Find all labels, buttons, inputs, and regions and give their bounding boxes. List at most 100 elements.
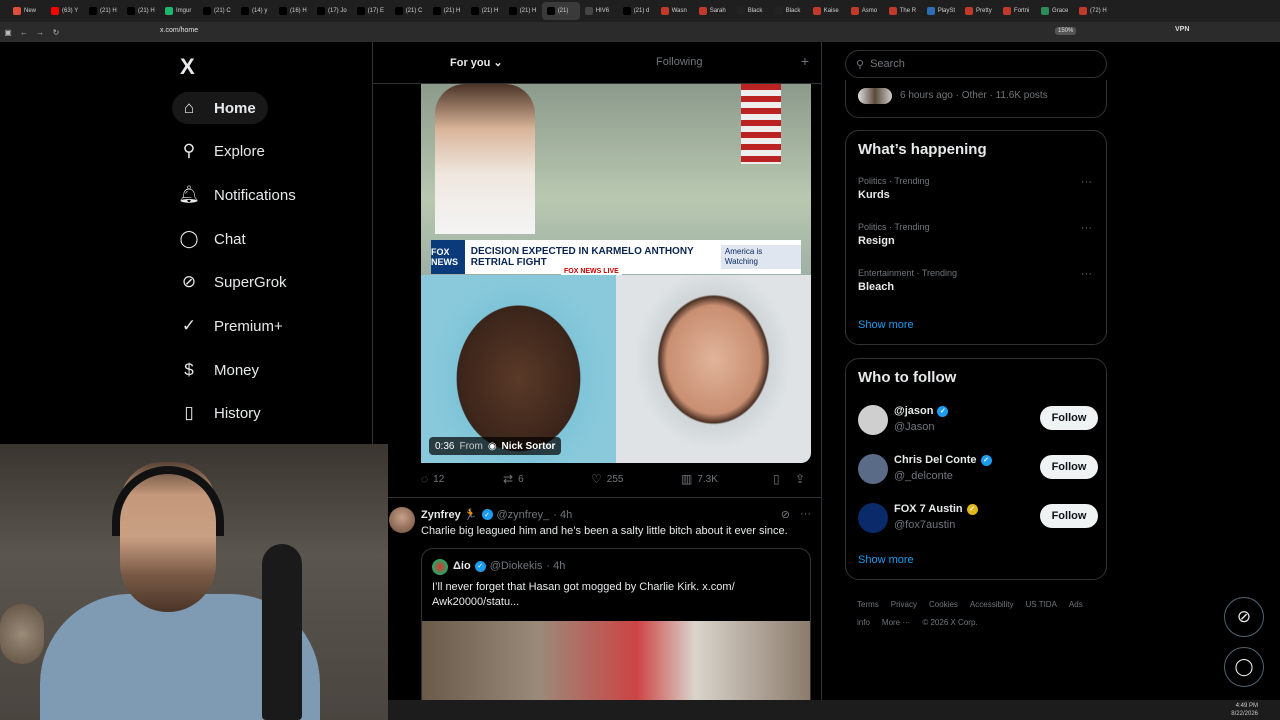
- browser-tab[interactable]: (63) Y: [46, 2, 84, 20]
- forward-icon[interactable]: →: [32, 28, 48, 37]
- mugshot-image[interactable]: [421, 275, 616, 463]
- account-name[interactable]: FOX 7 Austin: [894, 503, 963, 515]
- sidebar-item-history[interactable]: ▯ History: [178, 397, 260, 429]
- sidebar-item-explore[interactable]: ⚲ Explore: [178, 135, 265, 167]
- suggested-account[interactable]: FOX 7 Austin ✓ @fox7austin Follow: [858, 501, 1098, 535]
- browser-tab[interactable]: Black: [732, 2, 770, 20]
- follow-button[interactable]: Follow: [1040, 406, 1098, 430]
- quote-video[interactable]: ▶: [422, 621, 810, 702]
- browser-tab[interactable]: (21) C: [198, 2, 236, 20]
- author-handle[interactable]: @zynfrey_: [497, 509, 550, 521]
- back-icon[interactable]: ←: [16, 28, 32, 37]
- tab-following[interactable]: Following: [656, 56, 702, 68]
- footer-link[interactable]: Terms: [857, 600, 879, 609]
- account-handle[interactable]: @fox7austin: [894, 519, 955, 531]
- more-icon[interactable]: ···: [1081, 268, 1092, 280]
- post-time[interactable]: · 4h: [553, 509, 572, 521]
- x-logo[interactable]: X: [180, 54, 195, 80]
- views-button[interactable]: ▥ 7.3K: [681, 472, 773, 486]
- share-button[interactable]: ⇪: [795, 472, 805, 486]
- account-handle[interactable]: @Jason: [894, 421, 935, 433]
- suggested-account[interactable]: Chris Del Conte ✓ @_delconte Follow: [858, 452, 1098, 486]
- footer-link[interactable]: Accessibility: [970, 600, 1014, 609]
- sidebar-toggle-icon[interactable]: ▣: [0, 28, 16, 37]
- suggested-account[interactable]: @jason ✓ @Jason Follow: [858, 403, 1098, 437]
- video-source-name[interactable]: Nick Sortor: [502, 441, 556, 452]
- grok-fab[interactable]: ⊘: [1224, 597, 1264, 637]
- browser-tab[interactable]: Pretty: [960, 2, 998, 20]
- avatar[interactable]: [389, 507, 415, 533]
- quoted-post[interactable]: Δίο ✓ @Diokekis · 4h I’ll never forget t…: [421, 548, 811, 702]
- show-more-link[interactable]: Show more: [858, 319, 914, 331]
- repost-button[interactable]: ⇄ 6: [503, 472, 591, 486]
- sidebar-item-chat[interactable]: ◯ Chat: [178, 223, 245, 255]
- tab-for-you[interactable]: For you ⌄: [450, 56, 503, 69]
- browser-tab[interactable]: (16) H: [274, 2, 312, 20]
- account-name[interactable]: Chris Del Conte: [894, 454, 977, 466]
- browser-tab[interactable]: Asmo: [846, 2, 884, 20]
- browser-tab[interactable]: (21) H: [466, 2, 504, 20]
- author-name[interactable]: Zynfrey 🏃: [421, 508, 478, 521]
- system-clock[interactable]: 4:49 PM 8/22/2026: [1231, 702, 1258, 718]
- search-input[interactable]: ⚲ Search: [845, 50, 1107, 78]
- browser-tab[interactable]: Sarah: [694, 2, 732, 20]
- more-icon[interactable]: ···: [800, 508, 811, 521]
- bookmark-button[interactable]: ▯: [773, 472, 795, 486]
- trend-item[interactable]: Politics · Trending Resign ···: [858, 222, 1098, 247]
- footer-link[interactable]: US TIDA: [1026, 600, 1057, 609]
- browser-tab[interactable]: Imgur: [160, 2, 198, 20]
- avatar[interactable]: [858, 454, 888, 484]
- more-icon[interactable]: ···: [1081, 222, 1092, 234]
- browser-tab[interactable]: (21) H: [122, 2, 160, 20]
- avatar[interactable]: [858, 503, 888, 533]
- zoom-badge[interactable]: 150%: [1055, 27, 1077, 35]
- browser-tab[interactable]: (21) C: [390, 2, 428, 20]
- url-field[interactable]: x.com/home: [160, 27, 198, 34]
- browser-tab[interactable]: Wasn: [656, 2, 694, 20]
- account-handle[interactable]: @_delconte: [894, 470, 953, 482]
- trend-item[interactable]: Politics · Trending Kurds ···: [858, 176, 1098, 201]
- footer-link[interactable]: Cookies: [929, 600, 958, 609]
- account-name[interactable]: @jason: [894, 405, 933, 417]
- footer-link[interactable]: Privacy: [891, 600, 917, 609]
- browser-tab[interactable]: Grace: [1036, 2, 1074, 20]
- browser-tab[interactable]: (21) H: [504, 2, 542, 20]
- browser-tab[interactable]: Kaise: [808, 2, 846, 20]
- reload-icon[interactable]: ↻: [48, 28, 64, 37]
- browser-tab[interactable]: Fortni: [998, 2, 1036, 20]
- show-more-link[interactable]: Show more: [858, 554, 914, 566]
- messages-fab[interactable]: ◯: [1224, 647, 1264, 687]
- like-button[interactable]: ♡ 255: [591, 472, 681, 486]
- browser-tab[interactable]: (21): [541, 2, 580, 20]
- add-tab-icon[interactable]: +: [801, 53, 809, 69]
- follow-button[interactable]: Follow: [1040, 504, 1098, 528]
- browser-tab[interactable]: (17) E: [352, 2, 390, 20]
- trend-item[interactable]: Entertainment · Trending Bleach ···: [858, 268, 1098, 293]
- browser-tab[interactable]: PlaySt: [922, 2, 960, 20]
- reply-button[interactable]: ◌ 12: [421, 472, 503, 486]
- sidebar-item-premium[interactable]: ✓ Premium+: [178, 310, 283, 342]
- post[interactable]: Zynfrey 🏃 ✓ @zynfrey_ · 4h ⊘ ··· Charlie…: [373, 497, 821, 702]
- browser-tab[interactable]: Black: [770, 2, 808, 20]
- browser-tab[interactable]: (72) H: [1074, 2, 1112, 20]
- browser-tab[interactable]: The R: [884, 2, 922, 20]
- more-icon[interactable]: ···: [1081, 176, 1092, 188]
- news-video-still[interactable]: FOX NEWS DECISION EXPECTED IN KARMELO AN…: [421, 84, 811, 275]
- browser-tab[interactable]: New: [8, 2, 46, 20]
- browser-tab[interactable]: (21) H: [84, 2, 122, 20]
- vpn-badge[interactable]: VPN: [1175, 26, 1189, 33]
- sidebar-item-money[interactable]: $ Money: [178, 354, 259, 386]
- avatar[interactable]: [858, 405, 888, 435]
- sidebar-item-notifications[interactable]: 🔔︎ Notifications: [178, 179, 296, 211]
- sidebar-item-supergrok[interactable]: ⊘ SuperGrok: [178, 266, 287, 298]
- browser-tab[interactable]: (21) H: [428, 2, 466, 20]
- footer-link[interactable]: © 2026 X Corp.: [922, 618, 977, 627]
- portrait-image[interactable]: [616, 275, 811, 463]
- trend-card-partial[interactable]: 6 hours ago · Other · 11.6K posts: [845, 80, 1107, 118]
- grok-icon[interactable]: ⊘: [781, 508, 790, 521]
- follow-button[interactable]: Follow: [1040, 455, 1098, 479]
- footer-link[interactable]: More ···: [882, 618, 910, 627]
- browser-tab[interactable]: (17) Jo: [312, 2, 352, 20]
- browser-tab[interactable]: HIV6: [580, 2, 618, 20]
- browser-tab[interactable]: (14) y: [236, 2, 274, 20]
